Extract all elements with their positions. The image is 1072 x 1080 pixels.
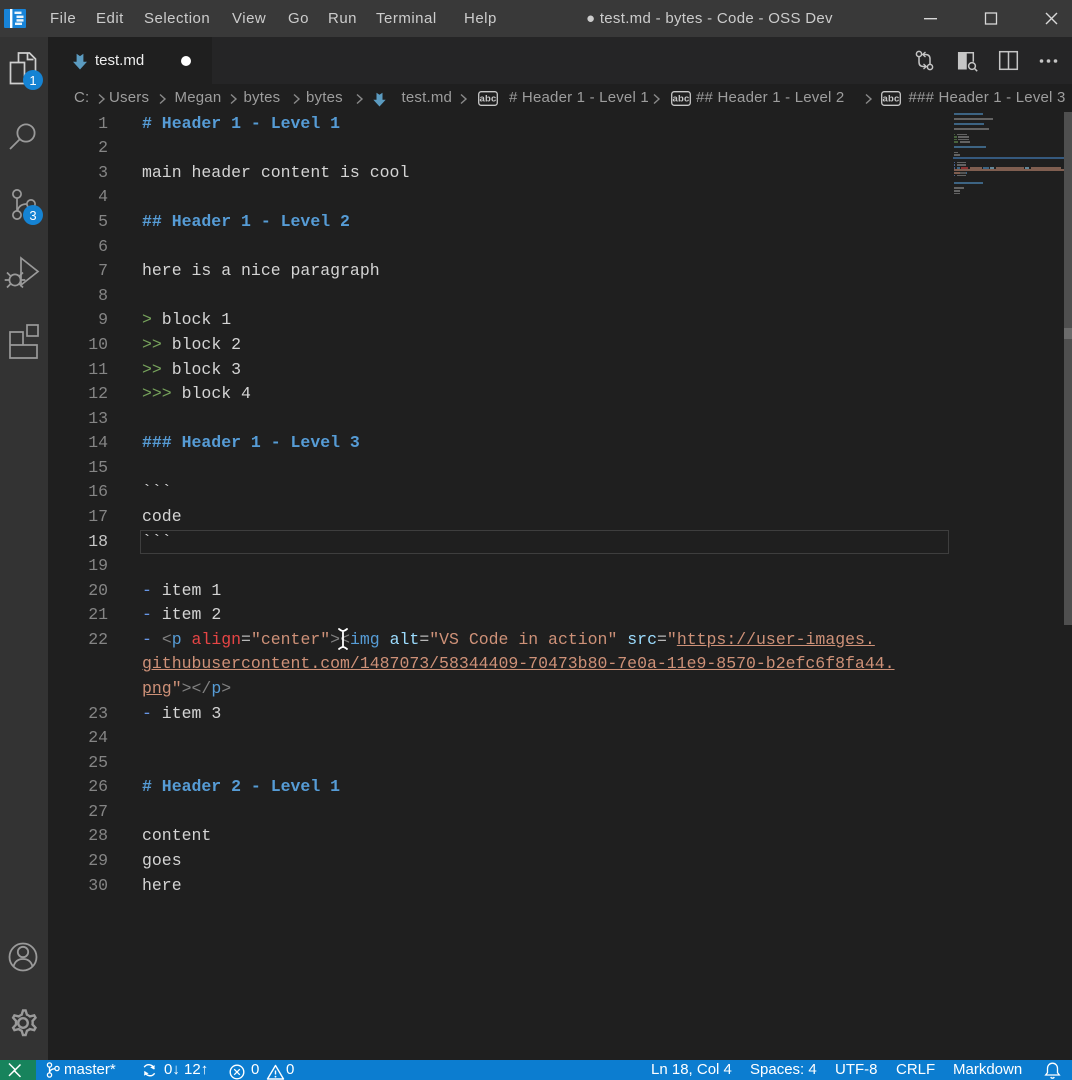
svg-text:abc: abc bbox=[673, 94, 690, 105]
svg-text:1: 1 bbox=[29, 73, 36, 88]
svg-text:abc: abc bbox=[883, 94, 900, 105]
svg-text:3: 3 bbox=[29, 208, 36, 223]
svg-text:abc: abc bbox=[479, 94, 496, 105]
